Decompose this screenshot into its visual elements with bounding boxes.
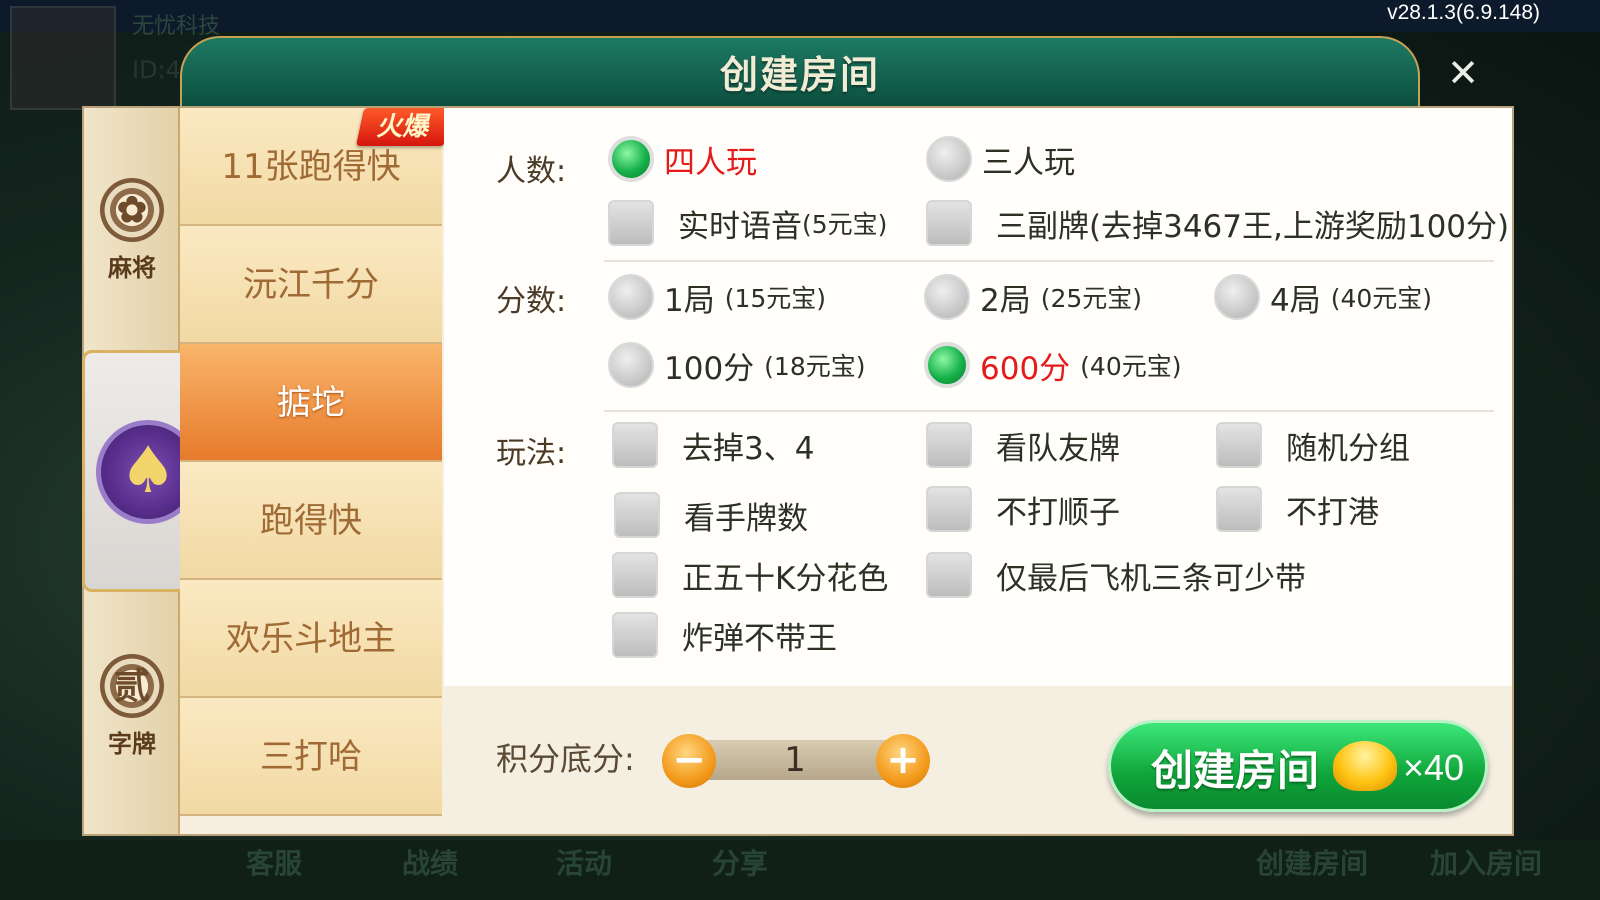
checkbox — [1216, 486, 1262, 532]
score-option-4-rounds[interactable]: 4局 (40元宝) — [1214, 274, 1432, 320]
company-name: 无忧科技 — [132, 14, 221, 39]
three-decks-checkbox[interactable]: 三副牌(去掉3467王,上游奖励100分) — [926, 200, 1509, 246]
checkbox — [612, 422, 658, 468]
game-yuanjiang-qianfen[interactable]: 沅江千分 — [180, 226, 442, 344]
checkbox — [608, 200, 654, 246]
checkbox — [926, 200, 972, 246]
gold-ingot-icon — [1333, 741, 1397, 791]
base-score-value[interactable]: 1 — [686, 740, 904, 780]
options-panel — [444, 108, 1512, 686]
game-paodekuai[interactable]: 跑得快 — [180, 462, 442, 580]
radio-selected — [608, 136, 654, 182]
hot-badge: 火爆 — [355, 108, 453, 146]
score-label: 分数: — [496, 284, 567, 319]
category-mahjong[interactable]: ✿ 麻将 — [84, 178, 180, 283]
checkbox — [926, 422, 972, 468]
rule-remove-3-4[interactable]: 去掉3、4 — [612, 422, 814, 468]
minus-icon[interactable]: − — [662, 734, 716, 788]
nav-events[interactable]: 活动 — [556, 842, 612, 882]
cost-count: ×40 — [1403, 747, 1465, 788]
category-zipai[interactable]: 贰 字牌 — [84, 654, 180, 759]
rule-bomb-no-joker[interactable]: 炸弹不带王 — [612, 612, 837, 658]
mahjong-icon: ✿ — [100, 178, 164, 242]
radio-unselected — [608, 342, 654, 388]
nav-records[interactable]: 战绩 — [402, 842, 458, 882]
close-icon[interactable]: ✕ — [1442, 52, 1484, 94]
plus-icon[interactable]: + — [876, 734, 930, 788]
zipai-icon: 贰 — [100, 654, 164, 718]
score-option-600[interactable]: 600分 (40元宝) — [924, 342, 1182, 388]
checkbox — [1216, 422, 1262, 468]
radio-unselected — [608, 274, 654, 320]
checkbox — [612, 552, 658, 598]
nav-share[interactable]: 分享 — [712, 842, 768, 882]
game-doudizhu[interactable]: 欢乐斗地主 — [180, 580, 442, 698]
nav-create-room[interactable]: 创建房间 — [1256, 842, 1368, 882]
checkbox — [612, 612, 658, 658]
player-option-four[interactable]: 四人玩 — [608, 136, 757, 182]
game-diantuo[interactable]: 掂坨 — [180, 344, 442, 462]
divider — [604, 410, 1494, 412]
rule-random-group[interactable]: 随机分组 — [1216, 422, 1410, 468]
dialog-title: 创建房间 — [719, 53, 880, 97]
game-list: 11张跑得快 沅江千分 掂坨 跑得快 欢乐斗地主 三打哈 — [180, 108, 442, 834]
checkbox — [926, 552, 972, 598]
category-label: 字牌 — [108, 730, 156, 758]
rule-no-straight[interactable]: 不打顺子 — [926, 486, 1120, 532]
create-room-button[interactable]: 创建房间 ×40 — [1108, 720, 1488, 812]
radio-selected — [924, 342, 970, 388]
base-score-label: 积分底分: — [496, 740, 635, 778]
players-label: 人数: — [496, 154, 567, 189]
base-score-stepper: 1 − + — [662, 734, 930, 788]
radio-unselected — [924, 274, 970, 320]
voice-checkbox[interactable]: 实时语音 (5元宝) — [608, 200, 887, 246]
nav-service[interactable]: 客服 — [246, 842, 302, 882]
checkbox — [614, 492, 660, 538]
divider — [604, 260, 1494, 262]
top-status-bar — [0, 0, 1600, 32]
category-label: 麻将 — [108, 254, 156, 282]
rule-last-plane[interactable]: 仅最后飞机三条可少带 — [926, 552, 1306, 598]
score-option-100[interactable]: 100分 (18元宝) — [608, 342, 866, 388]
radio-unselected — [926, 136, 972, 182]
version-label: v28.1.3(6.9.148) — [1387, 1, 1540, 24]
checkbox — [926, 486, 972, 532]
nav-join-room[interactable]: 加入房间 — [1430, 842, 1542, 882]
player-option-three[interactable]: 三人玩 — [926, 136, 1075, 182]
score-option-1-round[interactable]: 1局 (15元宝) — [608, 274, 826, 320]
rule-see-hand-count[interactable]: 看手牌数 — [614, 492, 808, 538]
radio-unselected — [1214, 274, 1260, 320]
rule-see-teammate[interactable]: 看队友牌 — [926, 422, 1120, 468]
rule-510k-suit[interactable]: 正五十K分花色 — [612, 552, 888, 598]
create-room-label: 创建房间 — [1151, 746, 1320, 795]
rules-label: 玩法: — [496, 436, 567, 471]
game-sandaha[interactable]: 三打哈 — [180, 698, 442, 816]
score-option-2-rounds[interactable]: 2局 (25元宝) — [924, 274, 1142, 320]
rule-no-gang[interactable]: 不打港 — [1216, 486, 1379, 532]
